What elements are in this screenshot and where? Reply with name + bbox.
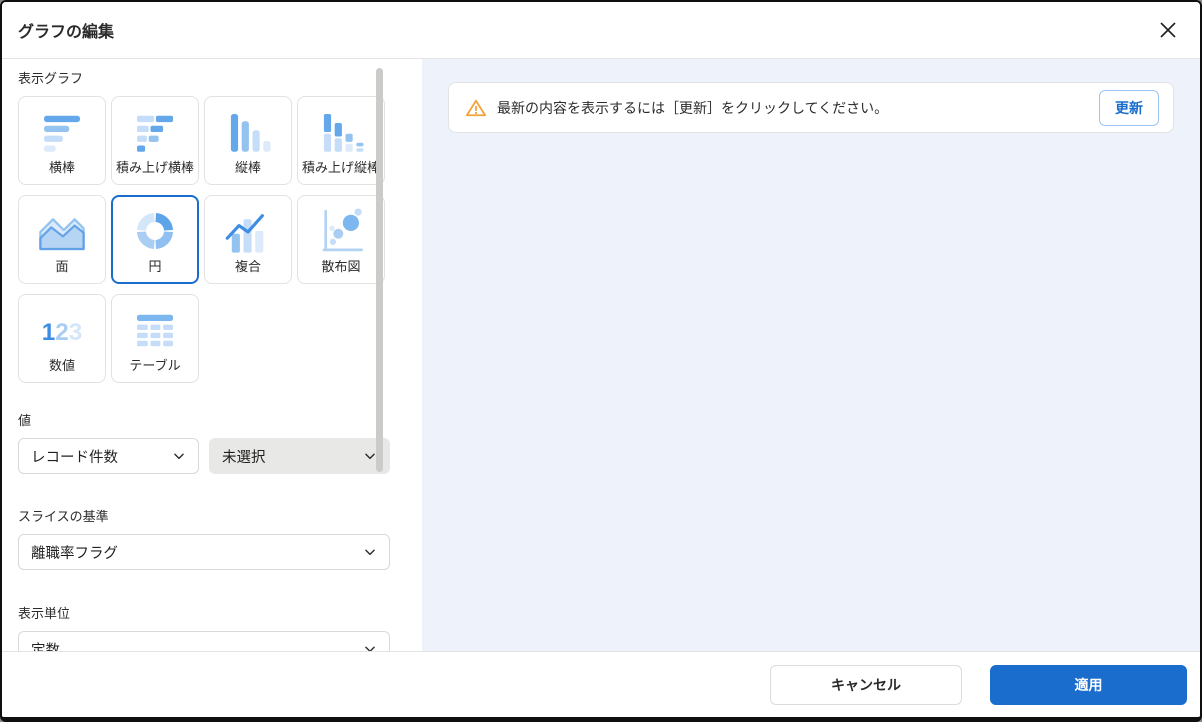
dialog-header: グラフの編集 <box>2 2 1200 59</box>
chart-type-tile-vbar[interactable]: 縦棒 <box>204 96 292 185</box>
chart-settings-panel: 表示グラフ 横棒 積み上げ横棒 縦棒 積み上げ縦棒面 円 複合 散布図 123 数値 テーブル 値… <box>2 59 422 651</box>
unit-select-value: 定数 <box>31 642 60 652</box>
value-select[interactable]: レコード件数 <box>18 438 199 474</box>
chart-type-label: 複合 <box>234 258 261 274</box>
chart-type-label: 積み上げ縦棒 <box>301 159 380 175</box>
chevron-down-icon <box>365 453 375 460</box>
chart-type-label: 円 <box>148 258 162 274</box>
apply-button[interactable]: 適用 <box>990 664 1187 705</box>
chart-type-tile-scatter[interactable]: 散布図 <box>297 195 385 284</box>
slice-label: スライスの基準 <box>18 509 109 524</box>
vertical-bar-icon <box>217 105 279 159</box>
refresh-notice: 最新の内容を表示するには［更新］をクリックしてください。 更新 <box>448 82 1174 133</box>
close-button[interactable] <box>1154 16 1182 44</box>
refresh-button[interactable]: 更新 <box>1099 89 1159 126</box>
chart-type-grid: 横棒 積み上げ横棒 縦棒 積み上げ縦棒面 円 複合 散布図 123 数値 テーブル <box>18 96 390 383</box>
stacked-vertical-bar-icon <box>310 105 372 159</box>
unit-label: 表示単位 <box>18 606 71 621</box>
stacked-horizontal-bar-icon <box>124 105 186 159</box>
value-select-row: レコード件数 未選択 <box>18 438 390 474</box>
dialog-footer: キャンセル 適用 <box>2 651 1200 717</box>
chart-type-tile-stacked-vbar[interactable]: 積み上げ縦棒 <box>297 96 385 185</box>
chart-type-label: テーブル <box>129 357 181 373</box>
value-sub-select[interactable]: 未選択 <box>209 438 390 474</box>
chart-type-label: 積み上げ横棒 <box>115 159 194 175</box>
value-select-value: レコード件数 <box>31 449 118 466</box>
chart-type-label: 数値 <box>48 357 75 373</box>
chevron-down-icon <box>174 453 184 460</box>
chart-type-tile-number[interactable]: 123 数値 <box>18 294 106 383</box>
left-panel-scrollbar[interactable] <box>376 68 383 472</box>
svg-text:123: 123 <box>42 319 83 346</box>
chart-type-tile-pie[interactable]: 円 <box>111 195 199 284</box>
chart-type-label: 面 <box>55 258 69 274</box>
dialog-body: 表示グラフ 横棒 積み上げ横棒 縦棒 積み上げ縦棒面 円 複合 散布図 123 数値 テーブル 値… <box>2 59 1200 651</box>
chart-preview-panel: 最新の内容を表示するには［更新］をクリックしてください。 更新 <box>422 59 1200 651</box>
value-sub-select-value: 未選択 <box>222 449 266 466</box>
cancel-button[interactable]: キャンセル <box>770 664 962 705</box>
unit-select[interactable]: 定数 <box>18 631 390 651</box>
chart-type-tile-table[interactable]: テーブル <box>111 294 199 383</box>
chart-type-label: 横棒 <box>48 159 75 175</box>
chart-type-tile-hbar[interactable]: 横棒 <box>18 96 106 185</box>
horizontal-bar-icon <box>31 105 93 159</box>
chevron-down-icon <box>365 646 375 651</box>
chevron-down-icon <box>365 549 375 556</box>
area-chart-icon <box>31 204 93 258</box>
close-icon <box>1160 22 1176 38</box>
warning-icon <box>465 99 486 116</box>
chart-type-tile-stacked-hbar[interactable]: 積み上げ横棒 <box>111 96 199 185</box>
refresh-notice-text: 最新の内容を表示するには［更新］をクリックしてください。 <box>497 99 889 116</box>
chart-type-tile-area[interactable]: 面 <box>18 195 106 284</box>
chart-type-label: 縦棒 <box>234 159 261 175</box>
scatter-chart-icon <box>310 204 372 258</box>
edit-chart-dialog: グラフの編集 表示グラフ 横棒 積み上げ横棒 縦棒 積み上げ縦棒面 円 複合 散布図 123 数… <box>0 0 1202 722</box>
pie-chart-icon <box>124 204 186 258</box>
table-icon <box>124 303 186 357</box>
value-label: 値 <box>18 413 32 428</box>
chart-type-tile-combo[interactable]: 複合 <box>204 195 292 284</box>
number-icon: 123 <box>31 303 93 357</box>
slice-select[interactable]: 離職率フラグ <box>18 534 390 570</box>
slice-select-value: 離職率フラグ <box>31 545 118 562</box>
chart-type-label: 散布図 <box>321 258 361 274</box>
chart-picker-label: 表示グラフ <box>18 71 84 86</box>
combo-chart-icon <box>217 204 279 258</box>
dialog-title: グラフの編集 <box>18 24 115 41</box>
